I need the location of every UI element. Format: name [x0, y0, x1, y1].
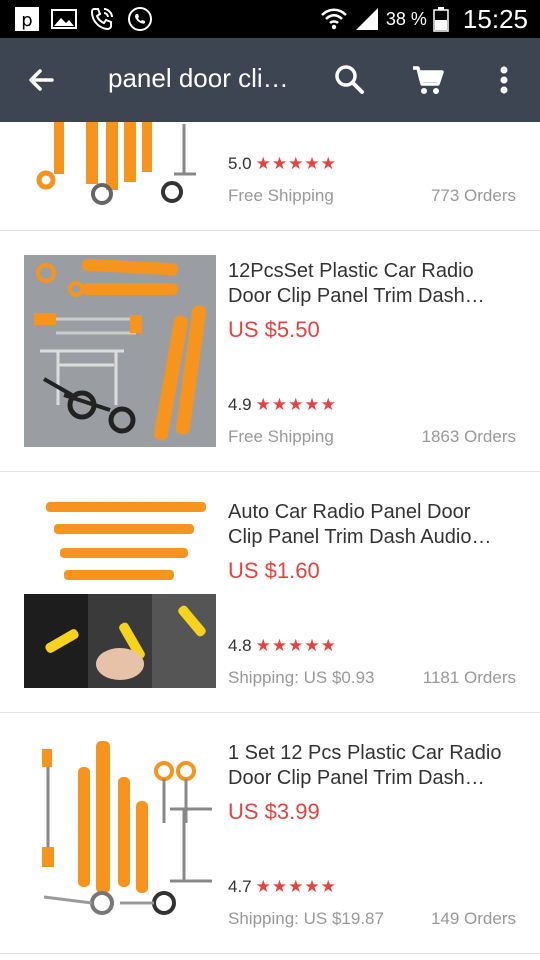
phone-wifi-icon [90, 8, 113, 31]
product-price: US $1.60 [228, 558, 320, 583]
rating-value: 5.0 [228, 154, 252, 173]
status-left-icons: p [14, 4, 154, 34]
whatsapp-icon [128, 7, 152, 31]
order-count: 773 Orders [430, 186, 516, 205]
wifi-icon [321, 8, 347, 30]
star-rating-icon: ★★★★★ [255, 395, 337, 414]
back-arrow-icon[interactable] [22, 60, 62, 100]
cart-icon[interactable] [408, 60, 448, 100]
rating-value: 4.7 [228, 877, 252, 896]
shipping-info: Shipping: US $0.93 [228, 668, 375, 687]
shipping-info: Shipping: US $19.87 [228, 909, 384, 928]
image-icon [51, 9, 77, 29]
product-item[interactable]: 5.0 ★★★★★ Free Shipping 773 Orders [0, 122, 540, 231]
battery-percent: 38 % [385, 8, 427, 29]
product-list: 5.0 ★★★★★ Free Shipping 773 Orders 12Pcs… [0, 122, 540, 960]
svg-text:p: p [21, 10, 32, 31]
product-item[interactable]: Auto Car Radio Panel Door Clip Panel Tri… [0, 472, 540, 713]
search-icon[interactable] [330, 60, 370, 100]
status-bar: p 38 % 15:25 [0, 0, 540, 38]
product-price: US $3.99 [228, 799, 320, 824]
star-rating-icon: ★★★★★ [255, 877, 337, 896]
product-title[interactable]: Auto Car Radio Panel Door Clip Panel Tri… [228, 500, 508, 550]
p-icon: p [15, 7, 39, 31]
product-image[interactable] [24, 737, 216, 929]
rating-value: 4.8 [228, 636, 252, 655]
rating-row: 4.7 ★★★★★ [228, 877, 337, 897]
product-title[interactable]: 1 Set 12 Pcs Plastic Car Radio Door Clip… [228, 741, 508, 791]
signal-icon [355, 8, 378, 30]
order-count: 1863 Orders [421, 427, 517, 446]
rating-row: 4.8 ★★★★★ [228, 636, 337, 656]
product-image[interactable] [24, 496, 216, 688]
order-count: 149 Orders [430, 909, 516, 928]
app-bar: panel door cli… [0, 38, 540, 122]
product-image[interactable] [24, 255, 216, 447]
star-rating-icon: ★★★★★ [255, 636, 337, 655]
rating-row: 5.0 ★★★★★ [228, 154, 337, 174]
product-title[interactable]: 12PcsSet Plastic Car Radio Door Clip Pan… [228, 259, 508, 309]
status-right: 38 % 15:25 [320, 0, 528, 38]
product-image[interactable] [24, 122, 216, 206]
clock: 15:25 [462, 3, 528, 34]
product-item[interactable]: 1 Set 12 Pcs Plastic Car Radio Door Clip… [0, 713, 540, 954]
product-price: US $5.50 [228, 317, 320, 342]
shipping-info: Free Shipping [228, 186, 334, 205]
star-rating-icon: ★★★★★ [255, 154, 337, 173]
order-count: 1181 Orders [422, 668, 516, 687]
battery-icon [433, 7, 449, 32]
shipping-info: Free Shipping [228, 427, 334, 446]
more-vert-icon[interactable] [484, 60, 524, 100]
product-item[interactable]: 12PcsSet Plastic Car Radio Door Clip Pan… [0, 231, 540, 472]
rating-value: 4.9 [228, 395, 252, 414]
search-query-field[interactable]: panel door cli… [108, 63, 308, 94]
rating-row: 4.9 ★★★★★ [228, 395, 337, 415]
